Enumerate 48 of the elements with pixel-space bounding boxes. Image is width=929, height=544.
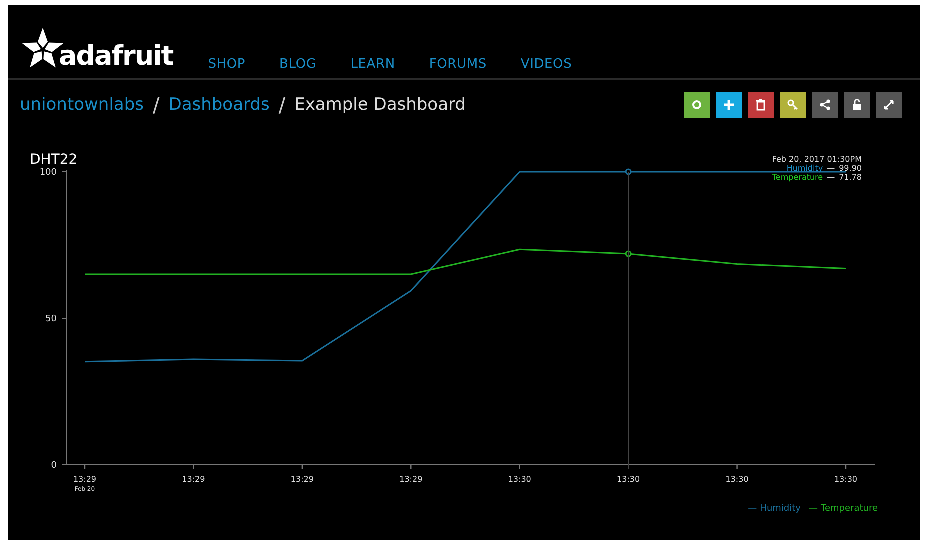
x-tick-label: 13:30 (834, 475, 858, 484)
settings-button[interactable] (684, 92, 710, 118)
y-tick-label: 100 (40, 168, 57, 178)
settings-icon (690, 98, 704, 112)
breadcrumb-link[interactable]: uniontownlabs (20, 95, 144, 115)
lock-icon (850, 98, 864, 112)
legend-mark: — (748, 504, 758, 514)
expand-button[interactable] (876, 92, 902, 118)
x-tick-label: 13:29 (290, 475, 314, 484)
tooltip-time: Feb 20, 2017 01:30PM (772, 155, 862, 164)
add-icon (722, 98, 736, 112)
breadcrumb-current: Example Dashboard (294, 95, 466, 115)
nav-link[interactable]: VIDEOS (520, 57, 572, 72)
nav-link[interactable]: BLOG (280, 57, 317, 72)
x-tick-label: 13:29 (400, 475, 423, 484)
brand-name: adafruit (59, 43, 174, 70)
share-icon (818, 98, 832, 112)
tooltip-series-name: Temperature (772, 173, 824, 182)
lock-button[interactable] (844, 92, 870, 118)
breadcrumb-separator: / (152, 93, 160, 117)
x-tick-label: 13:30 (508, 475, 532, 484)
nav-link[interactable]: FORUMS (429, 57, 487, 72)
tooltip-value: 99.90 (839, 164, 862, 173)
legend-label: Temperature (820, 504, 878, 514)
hover-point (625, 168, 632, 176)
key-icon (786, 98, 800, 112)
tooltip-dash: — (827, 164, 836, 173)
delete-icon (754, 98, 768, 112)
x-tick-label: 13:30 (617, 475, 640, 484)
block-title: DHT22 (30, 152, 78, 168)
tooltip-dash: — (827, 173, 836, 182)
delete-button[interactable] (748, 92, 774, 118)
y-tick-label: 0 (51, 461, 57, 471)
y-tick-label: 50 (46, 314, 57, 324)
legend-mark: — (808, 504, 818, 514)
nav-link[interactable]: LEARN (350, 57, 396, 72)
legend-label: Humidity (760, 504, 801, 514)
x-tick-label: 13:29 (73, 475, 97, 484)
nav-link[interactable]: SHOP (208, 57, 246, 72)
breadcrumb-separator: / (278, 93, 286, 117)
tooltip-value: 71.78 (839, 173, 862, 182)
x-tick-label: 13:29 (182, 475, 206, 484)
expand-icon (882, 98, 896, 112)
add-button[interactable] (716, 92, 742, 118)
x-tick-label: 13:30 (726, 475, 749, 484)
tooltip-series-name: Humidity (786, 164, 824, 173)
share-button[interactable] (812, 92, 838, 118)
breadcrumb-link[interactable]: Dashboards (168, 95, 270, 115)
